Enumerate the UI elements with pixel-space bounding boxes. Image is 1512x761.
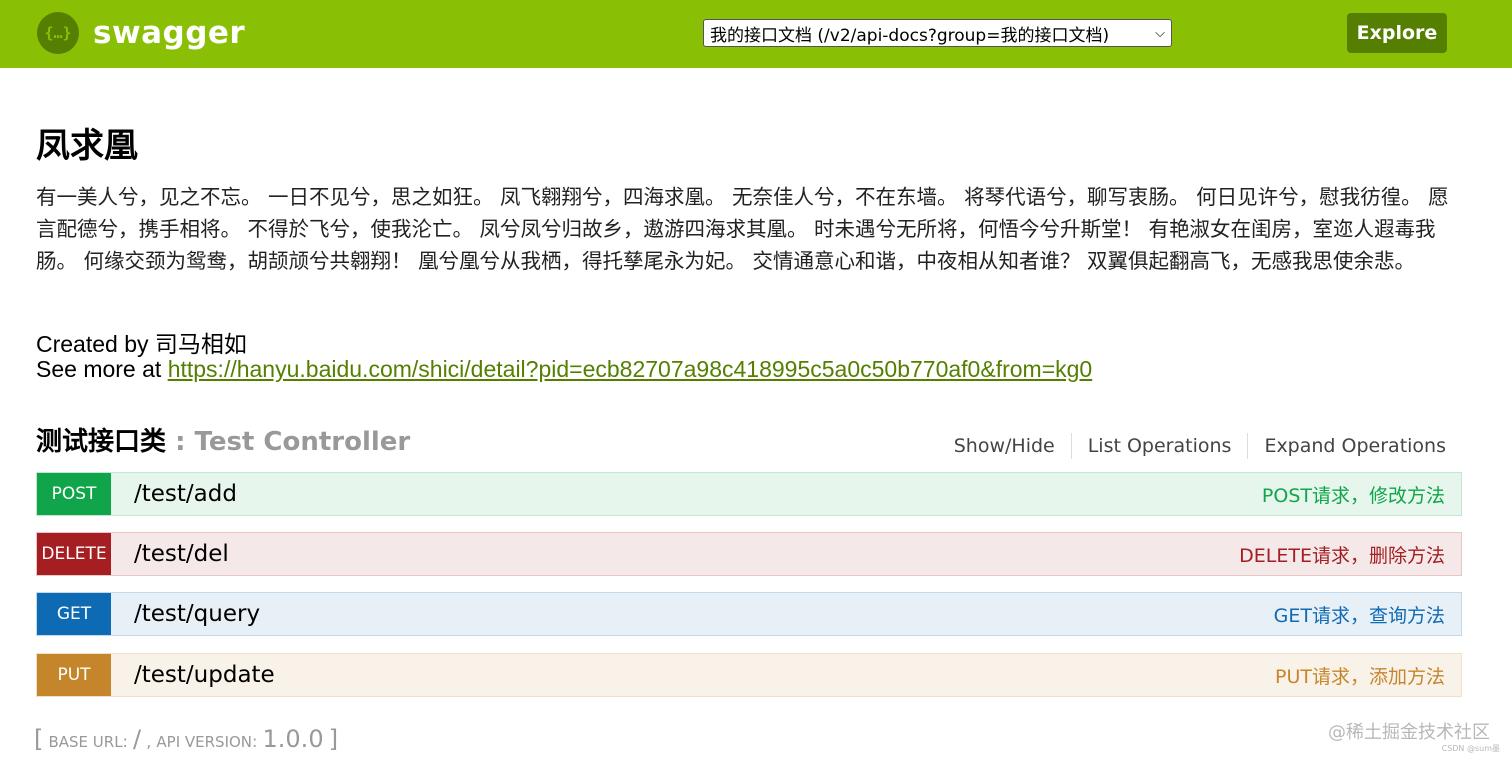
watermark: @稀土掘金技术社区 xyxy=(1328,722,1490,743)
operation-path[interactable]: /test/del xyxy=(134,541,229,567)
see-more-label: See more at xyxy=(36,356,168,382)
method-badge-get[interactable]: GET xyxy=(37,593,111,635)
info-contact: Created by 司马相如 See more at https://hany… xyxy=(36,332,1436,382)
author-name: 司马相如 xyxy=(154,331,247,357)
api-base-info: [ base url: / , api version: 1.0.0 ] xyxy=(34,725,339,753)
api-version-value: 1.0.0 xyxy=(262,725,324,753)
close-bracket: ] xyxy=(328,725,339,753)
resource-name: 测试接口类 xyxy=(36,427,167,457)
info-title: 凤求凰 xyxy=(36,126,138,166)
list-operations-link[interactable]: List Operations xyxy=(1070,433,1248,459)
operation-summary[interactable]: PUT请求，添加方法 xyxy=(1275,662,1445,689)
operation-post-test-add[interactable]: POST /test/add POST请求，修改方法 xyxy=(36,472,1462,516)
operation-summary[interactable]: DELETE请求，删除方法 xyxy=(1239,541,1445,568)
open-bracket: [ xyxy=(34,725,44,753)
method-badge-put[interactable]: PUT xyxy=(37,654,111,696)
resource-separator: : xyxy=(166,427,195,457)
watermark-small: CSDN @sum墨 xyxy=(1441,744,1500,753)
created-by-line: Created by 司马相如 xyxy=(36,332,1436,357)
see-more-link[interactable]: https://hanyu.baidu.com/shici/detail?pid… xyxy=(168,356,1093,382)
resource-heading[interactable]: 测试接口类 : Test Controller xyxy=(36,424,410,460)
method-badge-delete[interactable]: DELETE xyxy=(37,533,111,575)
operation-delete-test-del[interactable]: DELETE /test/del DELETE请求，删除方法 xyxy=(36,532,1462,576)
api-selector-dropdown[interactable]: 我的接口文档 (/v2/api-docs?group=我的接口文档) ⌵ xyxy=(703,19,1172,47)
base-url-value: / xyxy=(133,725,142,753)
operation-summary[interactable]: GET请求，查询方法 xyxy=(1274,601,1445,628)
show-hide-link[interactable]: Show/Hide xyxy=(938,433,1071,459)
created-by-label: Created by xyxy=(36,331,155,357)
operation-path[interactable]: /test/query xyxy=(134,601,260,627)
top-header: {…} swagger 我的接口文档 (/v2/api-docs?group=我… xyxy=(0,0,1512,68)
api-version-label: api version xyxy=(156,733,253,751)
operation-summary[interactable]: POST请求，修改方法 xyxy=(1262,481,1445,508)
swagger-logo[interactable]: {…} swagger xyxy=(37,12,245,54)
explore-button[interactable]: Explore xyxy=(1347,13,1447,53)
swagger-logo-text: swagger xyxy=(93,15,246,51)
operation-put-test-update[interactable]: PUT /test/update PUT请求，添加方法 xyxy=(36,653,1462,697)
see-more-line: See more at https://hanyu.baidu.com/shic… xyxy=(36,357,1436,382)
expand-operations-link[interactable]: Expand Operations xyxy=(1247,433,1446,459)
swagger-logo-icon: {…} xyxy=(37,12,79,54)
operation-path[interactable]: /test/add xyxy=(134,481,237,507)
operation-get-test-query[interactable]: GET /test/query GET请求，查询方法 xyxy=(36,592,1462,636)
chevron-down-icon: ⌵ xyxy=(1155,25,1165,41)
method-badge-post[interactable]: POST xyxy=(37,473,111,515)
operation-path[interactable]: /test/update xyxy=(134,662,275,688)
info-description: 有一美人兮，见之不忘。 一日不见兮，思之如狂。 凤飞翱翔兮，四海求凰。 无奈佳人… xyxy=(36,185,1449,273)
resource-actions: Show/Hide List Operations Expand Operati… xyxy=(938,433,1446,459)
api-selector-value: 我的接口文档 (/v2/api-docs?group=我的接口文档) xyxy=(710,25,1110,46)
base-url-label: base url xyxy=(48,733,123,751)
resource-description: Test Controller xyxy=(194,427,411,457)
